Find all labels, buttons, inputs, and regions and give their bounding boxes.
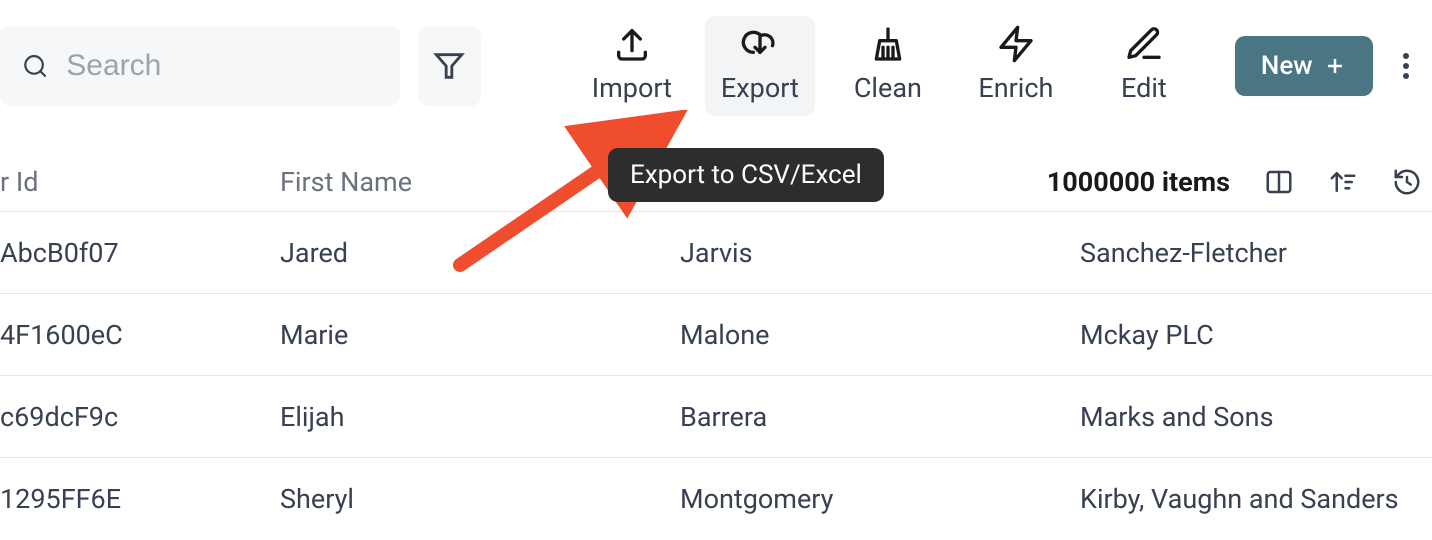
sort-icon[interactable] bbox=[1328, 167, 1358, 197]
cell-company: Sanchez-Fletcher bbox=[1080, 237, 1432, 269]
edit-label: Edit bbox=[1121, 72, 1167, 104]
toolbar: Import Export Clean Enrich Edit New bbox=[0, 0, 1432, 132]
cell-id: 4F1600eC bbox=[0, 319, 280, 351]
history-icon[interactable] bbox=[1392, 167, 1422, 197]
upload-icon bbox=[612, 24, 652, 64]
edit-button[interactable]: Edit bbox=[1089, 16, 1199, 116]
cell-company: Kirby, Vaughn and Sanders bbox=[1080, 483, 1432, 515]
export-tooltip: Export to CSV/Excel bbox=[608, 148, 884, 202]
clean-button[interactable]: Clean bbox=[833, 16, 943, 116]
table-row[interactable]: c69dcF9c Elijah Barrera Marks and Sons bbox=[0, 376, 1432, 458]
search-input[interactable] bbox=[66, 49, 378, 83]
cell-first-name: Sheryl bbox=[280, 483, 680, 515]
import-label: Import bbox=[592, 72, 672, 104]
edit-icon bbox=[1124, 24, 1164, 64]
enrich-label: Enrich bbox=[978, 72, 1053, 104]
cell-first-name: Jared bbox=[280, 237, 680, 269]
cell-id: 1295FF6E bbox=[0, 483, 280, 515]
column-header-id[interactable]: r Id bbox=[0, 166, 280, 198]
import-button[interactable]: Import bbox=[577, 16, 687, 116]
more-vertical-icon bbox=[1403, 53, 1409, 79]
clean-label: Clean bbox=[854, 72, 922, 104]
cloud-download-icon bbox=[740, 24, 780, 64]
cell-last-name: Barrera bbox=[680, 401, 1080, 433]
table-row[interactable]: 4F1600eC Marie Malone Mckay PLC bbox=[0, 294, 1432, 376]
cell-id: AbcB0f07 bbox=[0, 237, 280, 269]
export-label: Export bbox=[721, 72, 799, 104]
cell-company: Marks and Sons bbox=[1080, 401, 1432, 433]
table-row[interactable]: AbcB0f07 Jared Jarvis Sanchez-Fletcher bbox=[0, 212, 1432, 294]
lightning-icon bbox=[996, 24, 1036, 64]
new-button[interactable]: New bbox=[1235, 36, 1373, 96]
filter-button[interactable] bbox=[418, 26, 481, 106]
new-label: New bbox=[1261, 51, 1313, 81]
search-icon bbox=[22, 51, 48, 81]
cell-first-name: Marie bbox=[280, 319, 680, 351]
search-field[interactable] bbox=[0, 26, 400, 106]
plus-icon bbox=[1323, 54, 1347, 78]
columns-icon[interactable] bbox=[1264, 167, 1294, 197]
broom-icon bbox=[868, 24, 908, 64]
cell-last-name: Jarvis bbox=[680, 237, 1080, 269]
cell-first-name: Elijah bbox=[280, 401, 680, 433]
cell-last-name: Montgomery bbox=[680, 483, 1080, 515]
cell-id: c69dcF9c bbox=[0, 401, 280, 433]
enrich-button[interactable]: Enrich bbox=[961, 16, 1071, 116]
more-button[interactable] bbox=[1391, 36, 1422, 96]
table-body: AbcB0f07 Jared Jarvis Sanchez-Fletcher 4… bbox=[0, 212, 1432, 540]
export-button[interactable]: Export bbox=[705, 16, 815, 116]
cell-last-name: Malone bbox=[680, 319, 1080, 351]
item-count: 1000000 items bbox=[1047, 166, 1230, 198]
cell-company: Mckay PLC bbox=[1080, 319, 1432, 351]
table-row[interactable]: 1295FF6E Sheryl Montgomery Kirby, Vaughn… bbox=[0, 458, 1432, 540]
filter-icon bbox=[432, 49, 466, 83]
